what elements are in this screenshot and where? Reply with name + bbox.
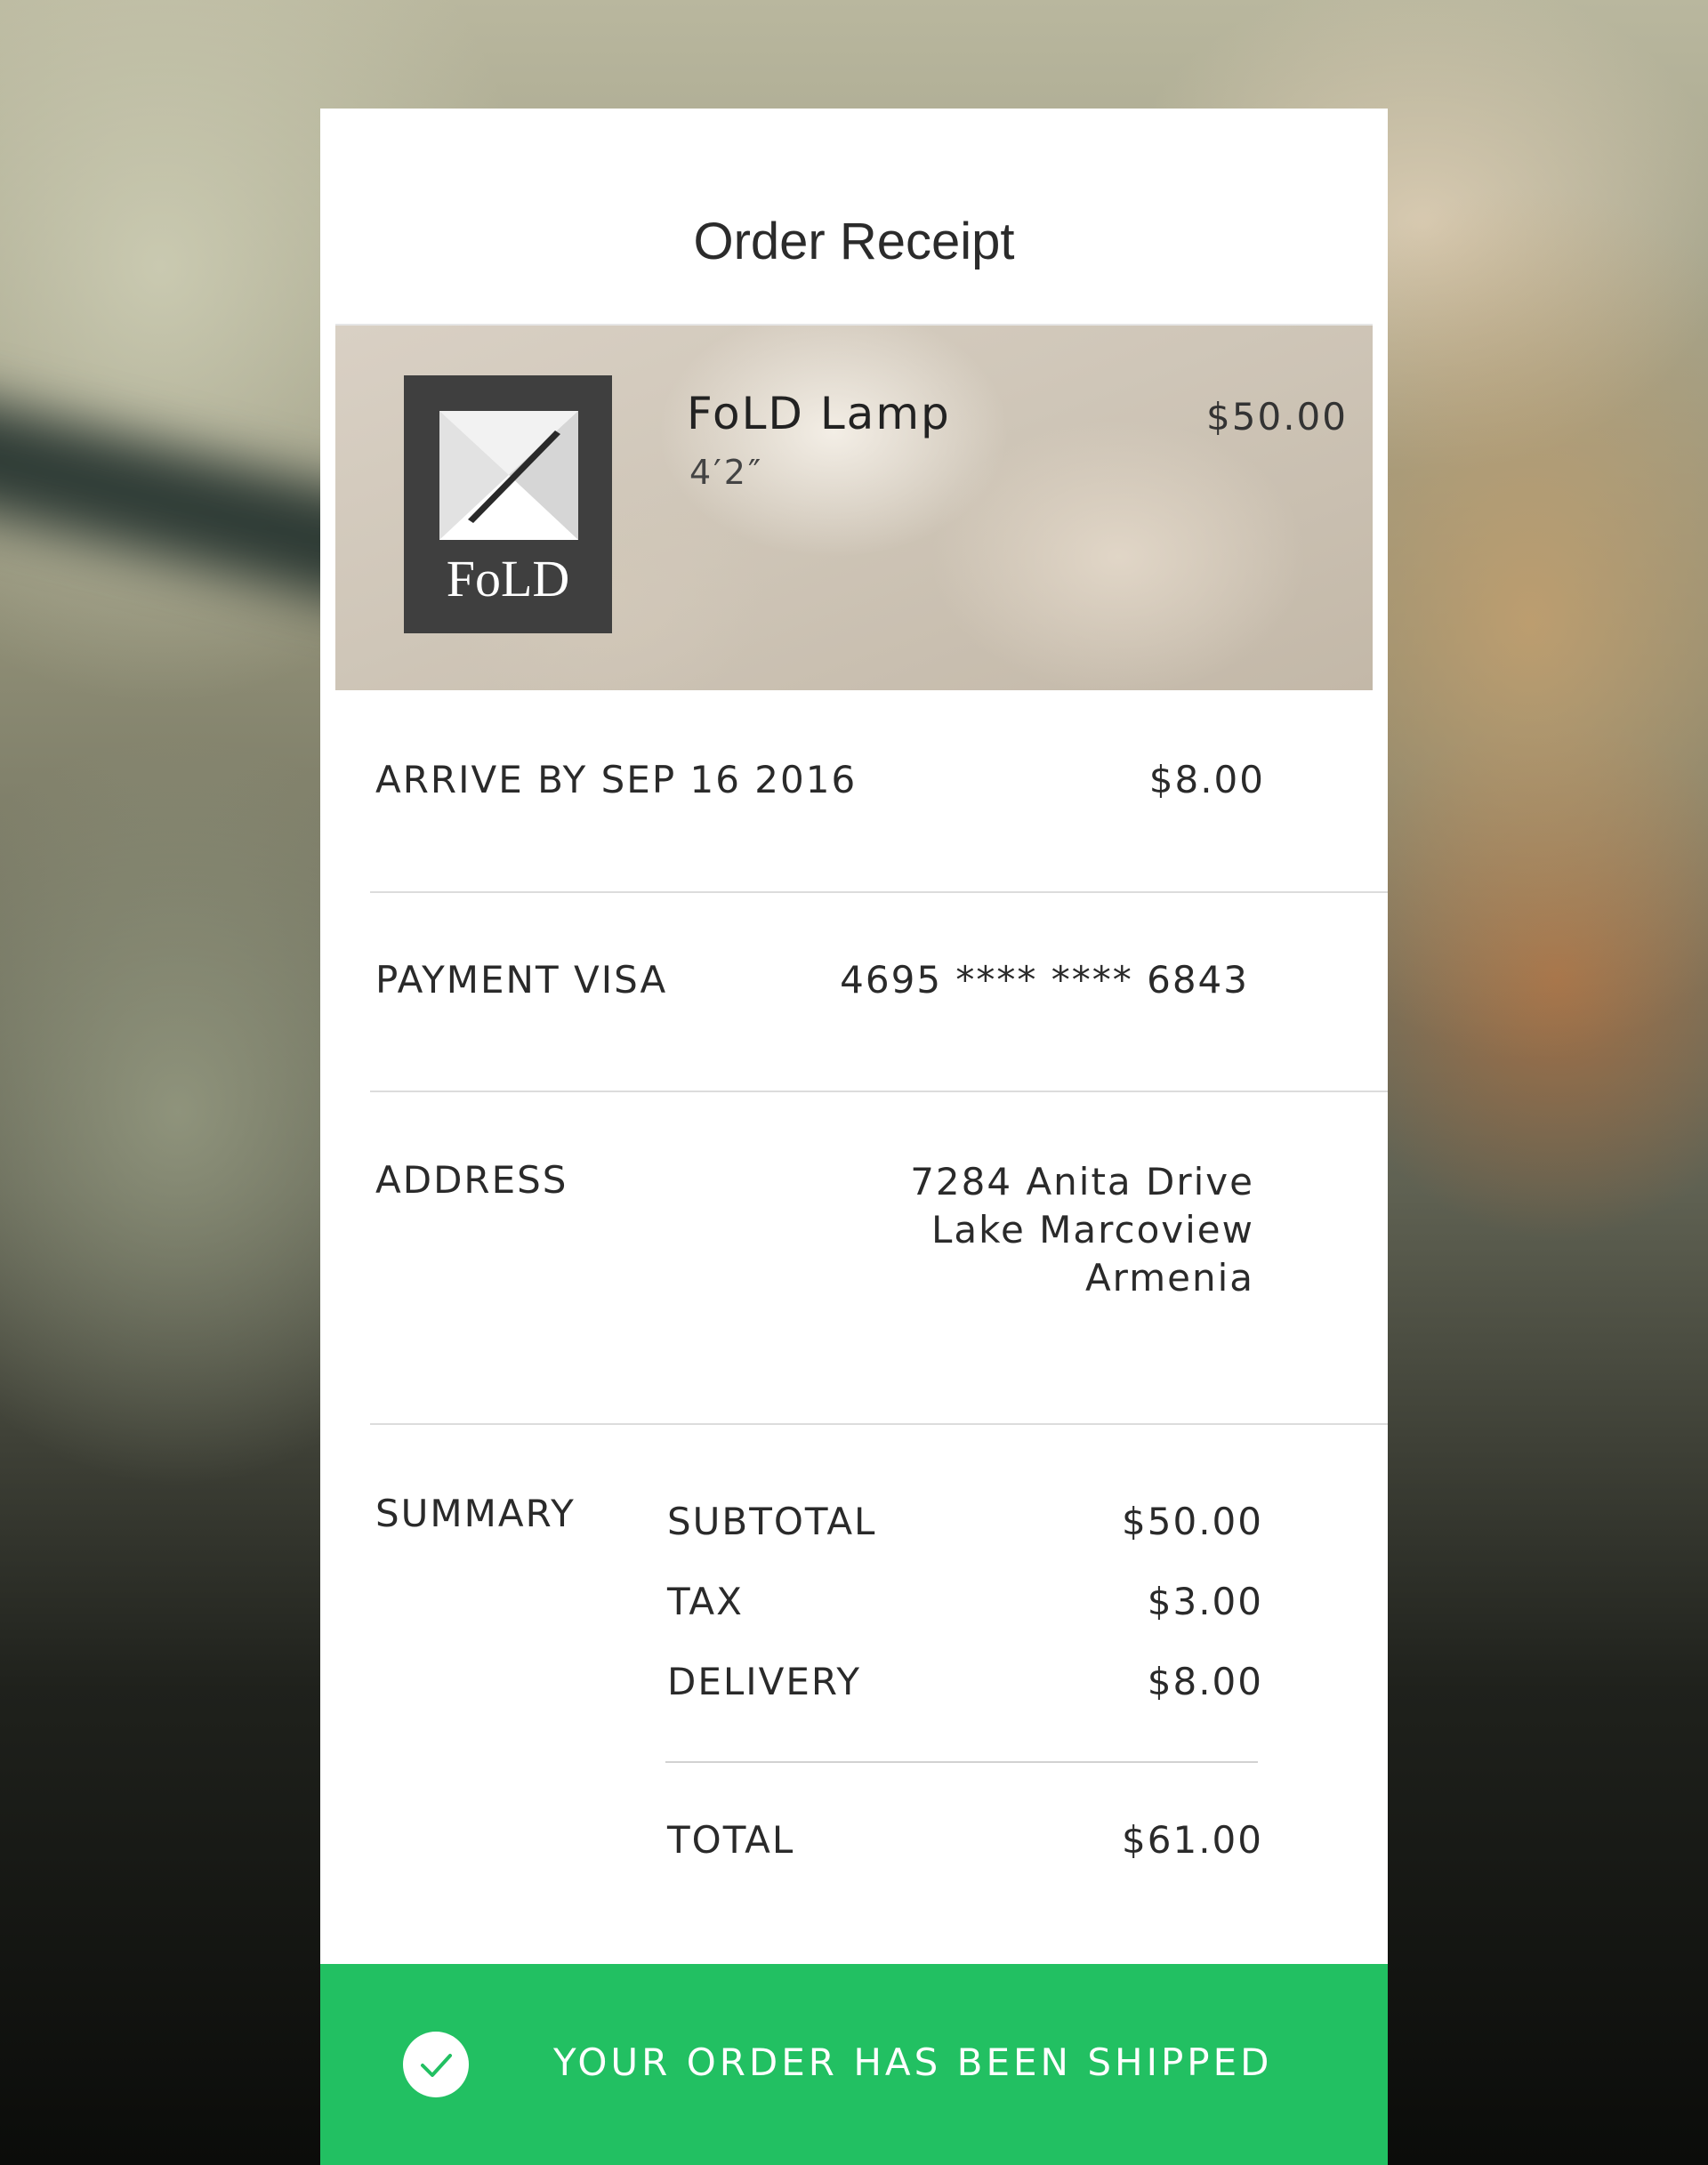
subtotal-value: $50.00 xyxy=(1122,1500,1263,1543)
receipt-header: Order Receipt xyxy=(320,109,1388,324)
logo-text: FoLD xyxy=(447,550,570,608)
checkmark-circle-icon xyxy=(403,2032,469,2097)
tax-value: $3.00 xyxy=(1147,1580,1263,1623)
divider xyxy=(370,1423,1388,1425)
address-label: ADDRESS xyxy=(375,1158,568,1202)
receipt-card: Order Receipt FoLD FoLD Lamp 4′2″ $50.00… xyxy=(320,109,1388,2165)
address-line: Lake Marcoview xyxy=(931,1208,1254,1252)
delivery-label: DELIVERY xyxy=(667,1660,862,1703)
page-title: Order Receipt xyxy=(693,212,1015,270)
product-row[interactable]: FoLD FoLD Lamp 4′2″ $50.00 xyxy=(335,324,1373,690)
summary-label: SUMMARY xyxy=(375,1492,576,1535)
payment-label: PAYMENT VISA xyxy=(375,958,668,1002)
delivery-date-label: ARRIVE BY SEP 16 2016 xyxy=(375,758,858,801)
tax-label: TAX xyxy=(667,1580,744,1623)
address-block: 7284 Anita Drive Lake Marcoview Armenia xyxy=(910,1158,1254,1302)
product-name: FoLD Lamp xyxy=(687,388,951,439)
address-line: Armenia xyxy=(1084,1256,1254,1300)
shipped-status-banner: YOUR ORDER HAS BEEN SHIPPED xyxy=(320,1964,1388,2165)
shipped-status-text: YOUR ORDER HAS BEEN SHIPPED xyxy=(553,2040,1273,2084)
divider xyxy=(370,891,1388,893)
total-value: $61.00 xyxy=(1122,1818,1263,1862)
fold-logo-icon: FoLD xyxy=(439,411,578,608)
subtotal-label: SUBTOTAL xyxy=(667,1500,877,1543)
payment-card-number: 4695 **** **** 6843 xyxy=(840,958,1249,1002)
product-price: $50.00 xyxy=(1206,395,1348,439)
product-logo: FoLD xyxy=(404,375,612,633)
divider xyxy=(370,1091,1388,1092)
address-line: 7284 Anita Drive xyxy=(910,1160,1254,1203)
product-size: 4′2″ xyxy=(689,453,764,492)
total-label: TOTAL xyxy=(667,1818,795,1862)
delivery-value: $8.00 xyxy=(1147,1660,1263,1703)
delivery-cost: $8.00 xyxy=(1148,758,1265,801)
summary-divider xyxy=(665,1761,1258,1763)
